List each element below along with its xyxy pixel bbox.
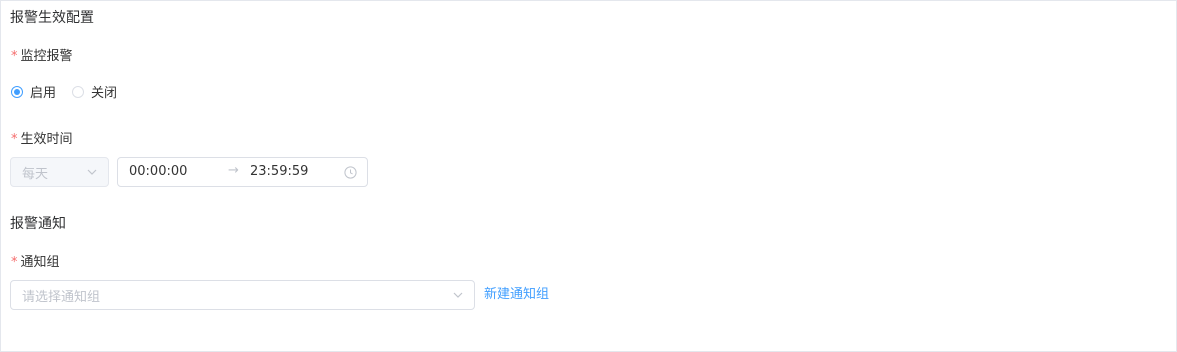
notification-group-label-text: 通知组 [20,255,60,270]
effective-time-label-text: 生效时间 [20,132,73,147]
create-notification-group-link[interactable]: 新建通知组 [484,286,549,304]
period-select[interactable]: 每天 [10,157,109,187]
radio-disable-label: 关闭 [91,86,118,101]
time-range-start[interactable]: 00:00:00 [129,164,187,179]
required-mark: * [11,255,18,270]
time-range-picker[interactable]: 00:00:00 → 23:59:59 [117,157,368,187]
radio-enable-label: 启用 [30,86,57,101]
monitor-alarm-label: * 监控报警 [11,48,73,66]
notification-group-select[interactable]: 请选择通知组 [10,280,475,310]
clock-icon [344,166,357,179]
effective-time-label: * 生效时间 [11,131,73,149]
monitor-alarm-label-text: 监控报警 [20,49,73,64]
section-title-notification: 报警通知 [10,216,66,232]
notification-group-placeholder: 请选择通知组 [22,289,101,305]
period-select-value: 每天 [22,166,49,182]
monitor-alarm-radio-group: 启用 关闭 [11,82,117,101]
section-title-effective-config: 报警生效配置 [10,10,94,26]
chevron-down-icon [453,292,463,298]
radio-checked-icon [11,85,23,98]
required-mark: * [11,49,18,64]
chevron-down-icon [87,169,97,175]
radio-enable[interactable]: 启用 [11,82,56,101]
alarm-config-panel: 报警生效配置 * 监控报警 启用 关闭 * 生效时间 每天 00:00:00 → 2… [0,0,1177,352]
notification-group-label: * 通知组 [11,254,60,272]
radio-unchecked-icon [72,85,85,98]
required-mark: * [11,132,18,147]
radio-disable[interactable]: 关闭 [72,82,117,101]
time-range-end[interactable]: 23:59:59 [250,164,308,179]
time-range-separator: → [228,163,239,178]
